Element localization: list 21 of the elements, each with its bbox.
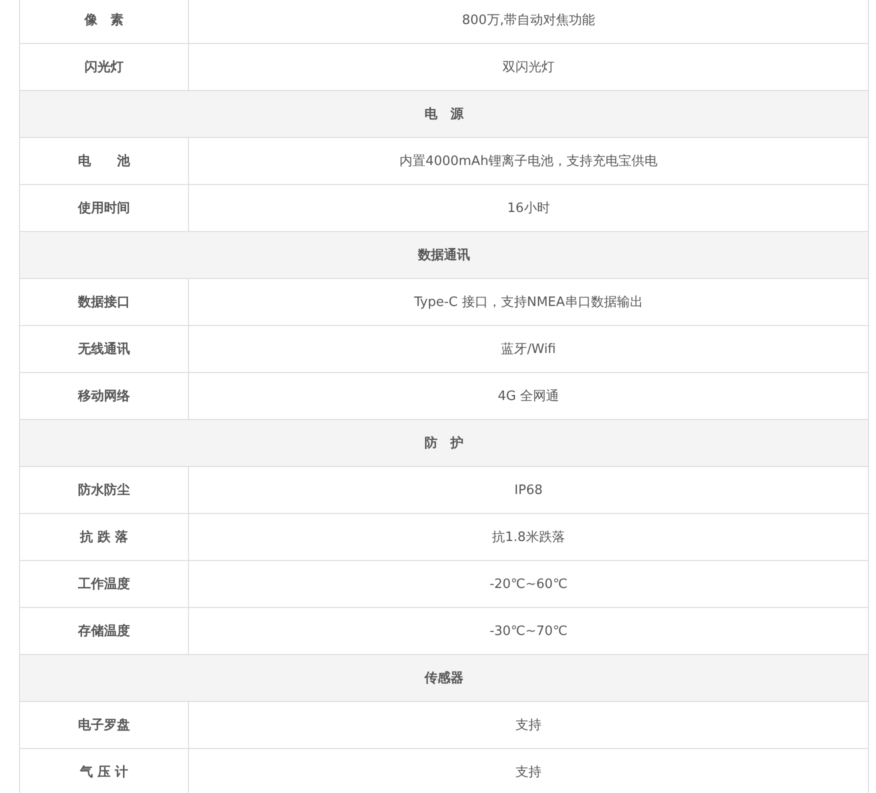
spec-label: 气 压 计: [20, 748, 188, 793]
section-header: 电 源: [20, 90, 868, 138]
spec-value: Type-C 接口，支持NMEA串口数据输出: [188, 278, 868, 326]
spec-value: 内置4000mAh锂离子电池，支持充电宝供电: [188, 138, 868, 184]
section-header: 传感器: [20, 654, 868, 702]
spec-label: 电子罗盘: [20, 702, 188, 748]
spec-value: 抗1.8米跌落: [188, 514, 868, 560]
spec-label: 防水防尘: [20, 466, 188, 514]
section-header: 数据通讯: [20, 232, 868, 278]
spec-value: 支持: [188, 702, 868, 748]
section-header: 防 护: [20, 420, 868, 466]
spec-label: 抗 跌 落: [20, 514, 188, 560]
spec-label: 无线通讯: [20, 326, 188, 372]
spec-value: 蓝牙/Wifi: [188, 326, 868, 372]
spec-value: IP68: [188, 466, 868, 514]
spec-label: 电 池: [20, 138, 188, 184]
spec-label: 数据接口: [20, 278, 188, 326]
spec-label: 工作温度: [20, 560, 188, 608]
spec-label: 像 素: [20, 0, 188, 44]
spec-value: 800万,带自动对焦功能: [188, 0, 868, 44]
spec-value: -20℃~60℃: [188, 560, 868, 608]
